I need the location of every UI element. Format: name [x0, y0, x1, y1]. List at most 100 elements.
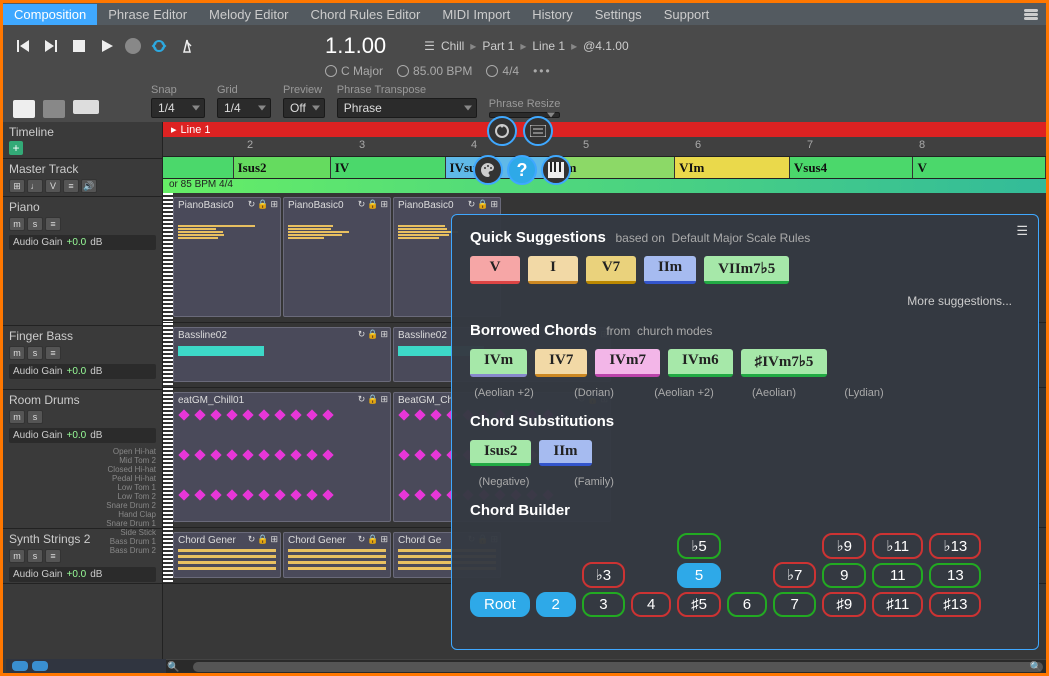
- clip[interactable]: PianoBasic0↻🔒⊞: [283, 197, 391, 317]
- skip-start-icon[interactable]: [13, 36, 33, 56]
- chord-chip[interactable]: IVm7: [595, 349, 660, 377]
- track-btn[interactable]: s: [27, 410, 43, 424]
- expand-icon[interactable]: ⊞: [380, 394, 388, 405]
- preview-select[interactable]: Off: [283, 98, 325, 118]
- chord-chip[interactable]: VIIm7♭5: [704, 256, 789, 284]
- menu-support[interactable]: Support: [653, 4, 721, 25]
- builder-chip[interactable]: 3: [582, 592, 625, 617]
- chord-cell[interactable]: Isus2: [234, 157, 331, 178]
- metronome-icon[interactable]: [177, 36, 197, 56]
- master-btn-4[interactable]: ≡: [63, 179, 79, 193]
- track-btn[interactable]: s: [27, 549, 43, 563]
- builder-chip[interactable]: ♯13: [929, 592, 981, 617]
- menu-phrase-editor[interactable]: Phrase Editor: [97, 4, 198, 25]
- lock-icon[interactable]: 🔒: [367, 394, 378, 405]
- text-icon[interactable]: [523, 116, 553, 146]
- chord-cell[interactable]: VIm: [675, 157, 790, 178]
- builder-chip[interactable]: 13: [929, 563, 981, 588]
- loop-icon[interactable]: ↻: [358, 199, 366, 210]
- play-icon[interactable]: [97, 36, 117, 56]
- builder-chip[interactable]: ♯9: [822, 592, 866, 617]
- builder-chip[interactable]: 4: [631, 592, 671, 617]
- loop-icon[interactable]: ↻: [468, 199, 476, 210]
- menu-composition[interactable]: Composition: [3, 4, 97, 25]
- tempo-info[interactable]: 85.00 BPM: [397, 64, 472, 78]
- builder-chip[interactable]: ♭3: [582, 562, 625, 588]
- chord-chip[interactable]: ♯IVm7♭5: [741, 349, 828, 377]
- clip[interactable]: Bassline02↻🔒⊞: [173, 327, 391, 382]
- builder-chip[interactable]: 7: [773, 592, 816, 617]
- menu-chord-rules-editor[interactable]: Chord Rules Editor: [300, 4, 432, 25]
- clip[interactable]: PianoBasic0↻🔒⊞: [173, 197, 281, 317]
- add-button[interactable]: +: [9, 141, 23, 155]
- chord-cell[interactable]: IV: [331, 157, 446, 178]
- help-icon[interactable]: ?: [507, 155, 537, 185]
- builder-chip[interactable]: ♯5: [677, 592, 721, 617]
- audio-gain[interactable]: Audio Gain+0.0dB: [9, 428, 156, 443]
- chord-chip[interactable]: I: [528, 256, 578, 284]
- ruler[interactable]: 2345678: [163, 137, 1046, 157]
- menu-melody-editor[interactable]: Melody Editor: [198, 4, 299, 25]
- chord-cell[interactable]: V: [913, 157, 1045, 178]
- track-btn[interactable]: ≡: [45, 346, 61, 360]
- track-btn[interactable]: ≡: [45, 549, 61, 563]
- grid-select[interactable]: 1/4: [217, 98, 271, 118]
- menu-settings[interactable]: Settings: [584, 4, 653, 25]
- lock-icon[interactable]: 🔒: [257, 534, 268, 545]
- more-icon[interactable]: •••: [533, 64, 552, 78]
- transpose-select[interactable]: Phrase: [337, 98, 477, 118]
- chord-chip[interactable]: Isus2: [470, 440, 531, 466]
- chord-chip[interactable]: V7: [586, 256, 636, 284]
- record-icon[interactable]: [125, 38, 141, 54]
- chord-cell[interactable]: [163, 157, 234, 178]
- snap-select[interactable]: 1/4: [151, 98, 205, 118]
- audio-gain[interactable]: Audio Gain+0.0dB: [9, 567, 156, 582]
- cards-icon[interactable]: [43, 100, 65, 118]
- lock-icon[interactable]: 🔒: [257, 199, 268, 210]
- lock-icon[interactable]: 🔒: [367, 199, 378, 210]
- clip[interactable]: eatGM_Chill01↻🔒⊞: [173, 392, 391, 522]
- scrollbar-thumb[interactable]: [193, 662, 1043, 672]
- menu-history[interactable]: History: [521, 4, 583, 25]
- track-btn[interactable]: m: [9, 549, 25, 563]
- builder-chip[interactable]: 6: [727, 592, 767, 617]
- builder-chip[interactable]: Root: [470, 592, 530, 617]
- expand-icon[interactable]: ⊞: [270, 199, 278, 210]
- database-icon[interactable]: [1024, 7, 1038, 21]
- chord-chip[interactable]: IIm: [644, 256, 696, 284]
- track-btn[interactable]: ≡: [45, 217, 61, 231]
- master-btn-2[interactable]: ♩: [27, 179, 43, 193]
- piano-icon[interactable]: [541, 155, 571, 185]
- key-info[interactable]: C Major: [325, 64, 383, 78]
- h-scrollbar[interactable]: 🔍 🔍: [163, 659, 1046, 673]
- builder-chip[interactable]: 11: [872, 563, 923, 588]
- builder-chip[interactable]: ♭13: [929, 533, 981, 559]
- chord-chip[interactable]: IIm: [539, 440, 591, 466]
- tag-1[interactable]: [12, 661, 28, 671]
- expand-icon[interactable]: ⊞: [490, 199, 498, 210]
- builder-chip[interactable]: ♯11: [872, 592, 923, 617]
- loop-icon[interactable]: ↻: [248, 534, 256, 545]
- expand-icon[interactable]: ⊞: [380, 329, 388, 340]
- track-btn[interactable]: m: [9, 346, 25, 360]
- palette-icon[interactable]: [473, 155, 503, 185]
- master-btn-3[interactable]: V: [45, 179, 61, 193]
- panel-menu-icon[interactable]: ☰: [1016, 223, 1028, 239]
- builder-chip[interactable]: ♭7: [773, 562, 816, 588]
- chord-chip[interactable]: IV7: [535, 349, 587, 377]
- menu-midi-import[interactable]: MIDI Import: [431, 4, 521, 25]
- loop-icon[interactable]: [149, 36, 169, 56]
- audio-gain[interactable]: Audio Gain+0.0dB: [9, 235, 156, 250]
- track-btn[interactable]: m: [9, 217, 25, 231]
- audio-gain[interactable]: Audio Gain+0.0dB: [9, 364, 156, 379]
- master-btn-5[interactable]: 🔊: [81, 179, 97, 193]
- chord-cell[interactable]: Vsus4: [790, 157, 914, 178]
- lock-icon[interactable]: 🔒: [367, 534, 378, 545]
- doc-icon[interactable]: [13, 100, 35, 118]
- stop-icon[interactable]: [69, 36, 89, 56]
- expand-icon[interactable]: ⊞: [270, 534, 278, 545]
- loop-icon[interactable]: ↻: [358, 329, 366, 340]
- chord-chip[interactable]: IVm: [470, 349, 527, 377]
- breadcrumb[interactable]: ☰ Chill▸ Part 1▸ Line 1▸ @4.1.00: [424, 39, 628, 53]
- tag-2[interactable]: [32, 661, 48, 671]
